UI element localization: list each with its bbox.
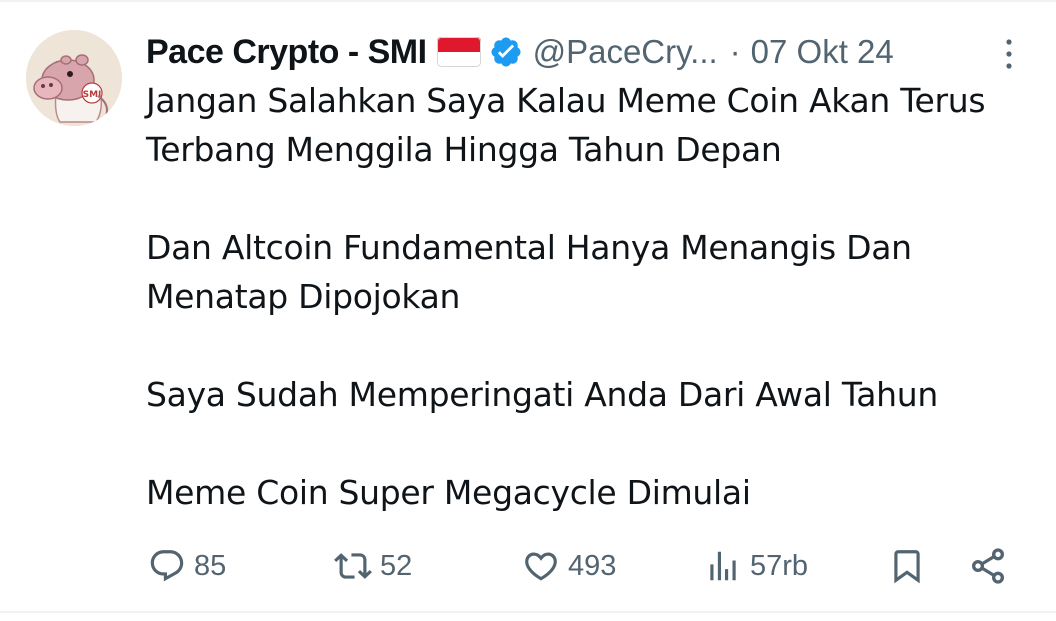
tweet-line: Menatap Dipojokan	[146, 277, 461, 316]
repost-button[interactable]: 52	[334, 544, 412, 588]
reply-bubble-icon	[150, 550, 184, 582]
hippo-avatar-icon: SMI	[26, 30, 122, 126]
tweet-actions: 85 52 493 57rb	[148, 544, 1018, 588]
header-separator: ·	[729, 33, 741, 70]
tweet-line: Saya Sudah Memperingati Anda Dari Awal T…	[146, 375, 939, 414]
bottom-divider	[0, 611, 1056, 613]
reply-button[interactable]: 85	[148, 544, 226, 588]
author-name[interactable]: Pace Crypto - SMI	[146, 33, 427, 72]
tweet-header: Pace Crypto - SMI @PaceCry... · 07 Okt 2…	[146, 28, 894, 76]
like-button[interactable]: 493	[522, 544, 616, 588]
repost-count: 52	[380, 549, 413, 582]
views-count: 57rb	[750, 549, 809, 582]
like-count: 493	[568, 549, 617, 582]
avatar-badge-text: SMI	[83, 90, 102, 100]
indonesia-flag-icon	[436, 37, 481, 67]
views-button[interactable]: 57rb	[704, 544, 808, 588]
more-dots-icon[interactable]	[998, 36, 1020, 72]
heart-icon	[525, 552, 557, 581]
views-bars-icon	[710, 551, 736, 581]
avatar[interactable]: SMI	[26, 30, 122, 126]
tweet-paragraph-3: Saya Sudah Memperingati Anda Dari Awal T…	[146, 370, 1046, 419]
tweet-line: Meme Coin Super Megacycle Dimulai	[146, 473, 751, 512]
tweet-paragraph-2: Dan Altcoin Fundamental Hanya Menangis D…	[146, 223, 1046, 321]
repost-arrows-icon	[334, 553, 372, 579]
reply-count: 85	[194, 549, 227, 582]
bookmark-icon	[894, 550, 920, 584]
tweet-date[interactable]: 07 Okt 24	[751, 33, 894, 71]
tweet-paragraph-4: Meme Coin Super Megacycle Dimulai	[146, 468, 1046, 517]
tweet-line: Terbang Menggila Hingga Tahun Depan	[146, 130, 782, 169]
tweet-text: Jangan Salahkan Saya Kalau Meme Coin Aka…	[146, 76, 1046, 566]
verified-badge-icon[interactable]	[489, 35, 523, 69]
tweet-line: Dan Altcoin Fundamental Hanya Menangis D…	[146, 228, 912, 267]
author-handle[interactable]: @PaceCry...	[533, 33, 718, 71]
share-button[interactable]	[968, 544, 1008, 588]
tweet-line: Jangan Salahkan Saya Kalau Meme Coin Aka…	[146, 81, 986, 120]
top-divider	[0, 0, 1056, 2]
share-icon	[972, 548, 1004, 584]
tweet-paragraph-1: Jangan Salahkan Saya Kalau Meme Coin Aka…	[146, 76, 1046, 174]
bookmark-button[interactable]	[888, 544, 926, 588]
